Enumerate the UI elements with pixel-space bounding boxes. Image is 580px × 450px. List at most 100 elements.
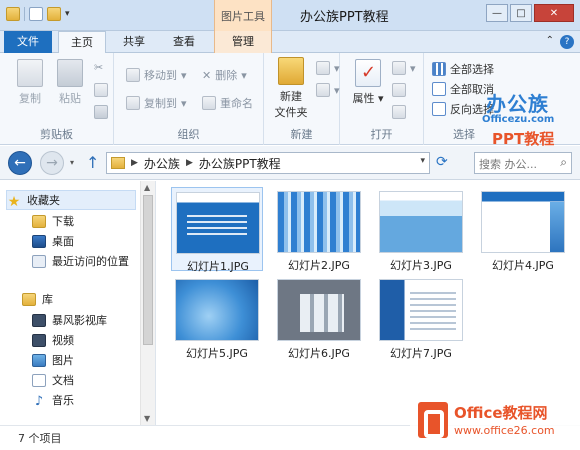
nav-documents-label: 文档 — [52, 374, 74, 387]
new-group: 新建 文件夹 ▾ ▾ 新建 — [264, 53, 340, 145]
new-folder-big-icon — [278, 57, 304, 85]
copy-button[interactable]: 复制 — [10, 59, 50, 106]
breadcrumb-separator-icon[interactable]: ▶ — [186, 158, 193, 168]
file-name: 幻灯片1.JPG — [187, 260, 249, 273]
file-tile[interactable]: 幻灯片5.JPG — [171, 275, 263, 360]
properties-icon[interactable] — [29, 7, 43, 21]
scrollbar-thumb[interactable] — [143, 195, 153, 345]
item-count: 7 个项目 — [18, 432, 62, 445]
copy-icon — [17, 59, 43, 87]
file-tile[interactable]: 幻灯片2.JPG — [273, 187, 365, 272]
search-placeholder: 搜索 办公... — [479, 158, 537, 171]
up-arrow-icon[interactable]: ↑ — [86, 153, 99, 172]
watermark-site: Officezu.com — [482, 114, 555, 125]
file-tile[interactable]: 幻灯片3.JPG — [375, 187, 467, 272]
back-button[interactable]: ← — [8, 151, 32, 175]
music-icon: ♪ — [34, 393, 44, 409]
refresh-icon[interactable]: ⟳ — [436, 154, 448, 170]
ribbon-collapse-icon[interactable]: ⌃ — [546, 35, 554, 49]
downloads-icon — [32, 214, 46, 228]
paste-icon — [57, 59, 83, 87]
address-dropdown-icon[interactable]: ▾ — [420, 156, 425, 166]
pictures-icon — [32, 353, 46, 367]
select-all-icon — [432, 62, 446, 76]
breadcrumb-item[interactable]: 办公族 — [144, 155, 180, 172]
watermark-bottom: Office教程网 www.office26.com — [410, 398, 580, 448]
scroll-up-icon[interactable]: ▲ — [144, 183, 150, 192]
minimize-button[interactable]: — — [486, 4, 508, 22]
breadcrumb-item[interactable]: 办公族PPT教程 — [199, 155, 281, 172]
paste-label: 粘贴 — [59, 92, 81, 105]
scroll-down-icon[interactable]: ▼ — [144, 414, 150, 423]
properties-button[interactable]: 属性 ▾ — [348, 59, 388, 106]
title-bar: ▾ 图片工具 办公族PPT教程 — □ ✕ — [0, 0, 580, 31]
recent-locations-dropdown-icon[interactable]: ▾ — [70, 158, 74, 167]
copy-to-label: 复制到 — [144, 97, 177, 110]
search-input[interactable]: 搜索 办公... ⌕ — [474, 152, 572, 174]
move-to-button[interactable]: 移动到 ▾ — [126, 67, 187, 83]
nav-recent[interactable]: 最近访问的位置 — [32, 251, 140, 271]
file-tile[interactable]: 幻灯片7.JPG — [375, 275, 467, 360]
videos-icon — [32, 333, 46, 347]
nav-scrollbar[interactable]: ▲ ▼ — [140, 181, 155, 425]
file-list: 幻灯片1.JPG 幻灯片2.JPG 幻灯片3.JPG 幻灯片4.JPG 幻灯片5… — [157, 181, 580, 425]
delete-icon: ✕ — [202, 68, 212, 82]
file-thumbnail — [176, 192, 260, 254]
select-all-button[interactable]: 全部选择 — [432, 61, 494, 77]
watermark-ppt: PPT教程 — [492, 130, 555, 148]
new-group-label: 新建 — [290, 128, 313, 141]
help-icon[interactable]: ? — [560, 35, 574, 49]
edit-icon[interactable] — [392, 83, 406, 97]
recent-places-icon — [32, 254, 46, 268]
new-folder-button[interactable]: 新建 文件夹 — [268, 57, 314, 120]
history-icon[interactable] — [392, 105, 406, 119]
maximize-button[interactable]: □ — [510, 4, 532, 22]
rename-label: 重命名 — [220, 97, 253, 110]
tab-file[interactable]: 文件 — [4, 31, 52, 53]
copy-to-button[interactable]: 复制到 ▾ — [126, 95, 187, 111]
file-thumbnail — [277, 279, 361, 341]
folder-icon[interactable] — [6, 7, 20, 21]
address-field[interactable]: ▶ 办公族 ▶ 办公族PPT教程 ▾ — [106, 152, 430, 174]
forward-button[interactable]: → — [40, 151, 64, 175]
file-name: 幻灯片3.JPG — [390, 259, 452, 272]
properties-label: 属性 — [352, 92, 375, 105]
file-tile[interactable]: 幻灯片4.JPG — [477, 187, 569, 272]
file-tile[interactable]: 幻灯片6.JPG — [273, 275, 365, 360]
open-icon[interactable]: ▾ — [392, 61, 416, 75]
new-folder-icon[interactable] — [47, 7, 61, 21]
search-icon[interactable]: ⌕ — [560, 155, 567, 170]
file-name: 幻灯片4.JPG — [492, 259, 554, 272]
window-controls: — □ ✕ — [486, 4, 574, 22]
paste-button[interactable]: 粘贴 — [50, 59, 90, 106]
open-group-label: 打开 — [370, 128, 393, 141]
file-thumbnail — [379, 279, 463, 341]
library-icon — [22, 292, 36, 306]
organize-group: 移动到 ▾ 复制到 ▾ ✕ 删除 ▾ 重命名 组织 — [114, 53, 264, 145]
select-all-label: 全部选择 — [450, 63, 494, 76]
file-name: 幻灯片5.JPG — [186, 347, 248, 360]
cut-icon[interactable]: ✂ — [94, 61, 103, 74]
easy-access-icon[interactable]: ▾ — [316, 83, 340, 97]
qat-dropdown-icon[interactable]: ▾ — [65, 9, 70, 19]
paste-shortcut-icon[interactable] — [94, 105, 108, 119]
rename-button[interactable]: 重命名 — [202, 95, 253, 111]
desktop-icon — [32, 234, 46, 248]
copy-path-icon[interactable] — [94, 83, 108, 97]
properties-dropdown-icon: ▾ — [377, 92, 384, 105]
context-group-label: 图片工具 — [221, 10, 265, 23]
breadcrumb-separator-icon[interactable]: ▶ — [131, 158, 138, 168]
close-button[interactable]: ✕ — [534, 4, 574, 22]
tab-home[interactable]: 主页 — [58, 31, 106, 54]
nav-favorites[interactable]: ★ 收藏夹 — [6, 190, 136, 210]
delete-button[interactable]: ✕ 删除 ▾ — [202, 67, 247, 83]
tab-view[interactable]: 查看 — [162, 31, 206, 53]
tab-share[interactable]: 共享 — [114, 31, 154, 53]
new-item-icon[interactable]: ▾ — [316, 61, 340, 75]
copy-label: 复制 — [19, 92, 41, 105]
tab-manage[interactable]: 管理 — [214, 31, 272, 53]
watermark-top: 办公族 Officezu.com PPT教程 — [478, 88, 578, 148]
watermark-brand: 办公族 — [486, 92, 549, 116]
nav-pictures-label: 图片 — [52, 354, 74, 367]
file-tile[interactable]: 幻灯片1.JPG — [171, 187, 263, 273]
